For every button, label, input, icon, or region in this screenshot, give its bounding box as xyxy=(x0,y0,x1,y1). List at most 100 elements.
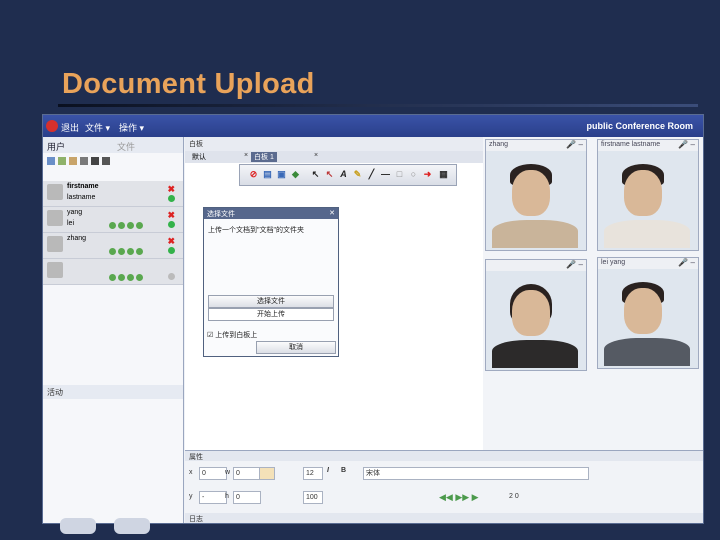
shoulders-shape xyxy=(492,220,578,248)
activity-panel-header: 活动 xyxy=(43,385,183,399)
video-user-name: zhang xyxy=(489,141,509,148)
shoulders-shape xyxy=(604,220,690,248)
list-item[interactable] xyxy=(43,259,183,285)
upload-dialog: 选择文件 ✕ 上传一个文档到"文档"的文件夹 选择文件 开始上传 ☑ 上传到白板… xyxy=(203,207,339,357)
pointer-red-icon[interactable]: ↖ xyxy=(324,169,335,180)
cancel-button[interactable]: 取消 xyxy=(256,341,336,354)
tab-files[interactable]: 文件 xyxy=(117,140,135,153)
dialog-title: 选择文件 xyxy=(207,211,235,218)
permission-icons[interactable] xyxy=(109,222,145,231)
list-item[interactable]: zhang ✖ xyxy=(43,233,183,259)
page-navigation-icons[interactable]: ◀◀ ▶▶ ▶ xyxy=(439,492,479,503)
clear-icon[interactable]: ⊘ xyxy=(248,169,259,180)
avatar xyxy=(47,262,63,278)
tab-users[interactable]: 用户 xyxy=(47,140,65,153)
menu-exit[interactable]: 退出 xyxy=(61,121,79,134)
pencil-icon[interactable]: ✎ xyxy=(352,169,363,180)
tab-whiteboard-1[interactable]: 白板 1 xyxy=(251,152,277,162)
users-panel-tabs: 用户 文件 xyxy=(43,137,183,153)
h-field[interactable]: 0 xyxy=(233,491,261,504)
permission-icons[interactable] xyxy=(109,274,145,283)
user-sub: lei xyxy=(67,220,75,227)
underline-tool-icon[interactable]: — xyxy=(380,169,391,180)
status-icon xyxy=(168,247,175,254)
video-tile[interactable]: firstname lastname 🎤 – xyxy=(597,139,699,251)
video-header: firstname lastname 🎤 – xyxy=(598,140,698,151)
status-icon xyxy=(168,221,175,228)
fill-color-swatch[interactable] xyxy=(259,467,275,480)
page-indicator: 2 0 xyxy=(509,493,519,500)
users-toolbar-icons[interactable] xyxy=(43,154,183,168)
save-icon[interactable]: ▣ xyxy=(276,169,287,180)
video-tile[interactable]: lei yang 🎤 – xyxy=(597,257,699,369)
line-tool-icon[interactable]: ╱ xyxy=(366,169,377,180)
tab-default[interactable]: 默认 xyxy=(189,152,209,162)
h-label: h xyxy=(225,493,229,500)
checkbox-label: 上传到白板上 xyxy=(215,332,258,339)
video-header: lei yang 🎤 – xyxy=(598,258,698,269)
menu-file[interactable]: 文件 ▾ xyxy=(85,121,110,134)
italic-button[interactable]: I xyxy=(327,467,329,474)
close-tab-icon[interactable]: × xyxy=(311,152,321,162)
microphone-icon[interactable]: 🎤 – xyxy=(566,260,583,269)
status-icon xyxy=(168,273,175,280)
choose-file-button[interactable]: 选择文件 xyxy=(208,295,334,308)
user-name: yang xyxy=(67,209,83,216)
app-logo-icon xyxy=(46,120,58,132)
drawing-toolbar: ⊘ ▤ ▣ ◆ ↖ ↖ A ✎ ╱ — □ ○ ➜ ▦ xyxy=(239,164,457,186)
bold-button[interactable]: B xyxy=(341,467,346,474)
video-tile[interactable]: 🎤 – xyxy=(485,259,587,371)
w-field[interactable]: 0 xyxy=(233,467,261,480)
room-name: public Conference Room xyxy=(586,121,693,131)
close-tab-icon[interactable]: × xyxy=(241,152,251,162)
users-panel: 用户 文件 firstname lastname ✖ yang lei ✖ zh… xyxy=(43,137,184,523)
user-name: firstname xyxy=(67,183,99,190)
microphone-icon[interactable]: 🎤 – xyxy=(566,140,583,149)
status-icon xyxy=(168,195,175,202)
text-tool-icon[interactable]: A xyxy=(338,169,349,180)
user-name: zhang xyxy=(67,235,87,242)
user-sub: lastname xyxy=(67,194,96,201)
font-name-field[interactable]: 宋体 xyxy=(363,467,589,480)
rectangle-tool-icon[interactable]: □ xyxy=(394,169,405,180)
avatar xyxy=(47,184,63,200)
remove-user-icon[interactable]: ✖ xyxy=(167,236,175,247)
video-user-name: firstname lastname xyxy=(601,141,661,148)
top-menu-bar: 退出 文件 ▾ 操作 ▾ public Conference Room xyxy=(43,115,703,137)
video-panel: zhang 🎤 – firstname lastname 🎤 – 🎤 – lei y… xyxy=(483,137,703,467)
list-item[interactable]: yang lei ✖ xyxy=(43,207,183,233)
log-panel-header: 日志 xyxy=(185,513,703,523)
properties-title: 属性 xyxy=(189,454,203,461)
list-item[interactable]: firstname lastname ✖ xyxy=(43,181,183,207)
menu-actions[interactable]: 操作 ▾ xyxy=(119,121,144,134)
open-file-icon[interactable]: ▤ xyxy=(262,169,273,180)
y-field[interactable]: - xyxy=(199,491,227,504)
dialog-description: 上传一个文档到"文档"的文件夹 xyxy=(208,227,304,234)
users-toolbar xyxy=(43,154,183,168)
x-field[interactable]: 0 xyxy=(199,467,227,480)
ellipse-tool-icon[interactable]: ○ xyxy=(408,169,419,180)
shoulders-shape xyxy=(492,340,578,368)
microphone-icon[interactable]: 🎤 – xyxy=(678,140,695,149)
video-tile[interactable]: zhang 🎤 – xyxy=(485,139,587,251)
whiteboard-tabs: 默认 × 白板 1 × xyxy=(185,151,483,163)
properties-panel: 属性 x 0 w 0 12 I B 宋体 y - h 0 100 ◀◀ ▶▶ ▶… xyxy=(185,450,703,523)
pointer-icon[interactable]: ↖ xyxy=(310,169,321,180)
decorative-slab xyxy=(60,518,96,534)
w-label: w xyxy=(225,469,231,476)
upload-icon[interactable]: ◆ xyxy=(290,169,301,180)
remove-user-icon[interactable]: ✖ xyxy=(167,210,175,221)
start-upload-button[interactable]: 开始上传 xyxy=(208,308,334,321)
close-icon[interactable]: ✕ xyxy=(329,209,335,217)
upload-to-whiteboard-checkbox[interactable]: ☑ 上传到白板上 xyxy=(207,330,257,340)
remove-user-icon[interactable]: ✖ xyxy=(167,184,175,195)
arrow-tool-icon[interactable]: ➜ xyxy=(422,169,433,180)
microphone-icon[interactable]: 🎤 – xyxy=(678,258,695,267)
log-label: 日志 xyxy=(189,516,203,523)
face-shape xyxy=(512,290,550,336)
zoom-field[interactable]: 100 xyxy=(303,491,323,504)
grid-tool-icon[interactable]: ▦ xyxy=(438,169,449,180)
permission-icons[interactable] xyxy=(109,248,145,257)
font-size-field[interactable]: 12 xyxy=(303,467,323,480)
whiteboard-title: 白板 xyxy=(189,141,203,148)
